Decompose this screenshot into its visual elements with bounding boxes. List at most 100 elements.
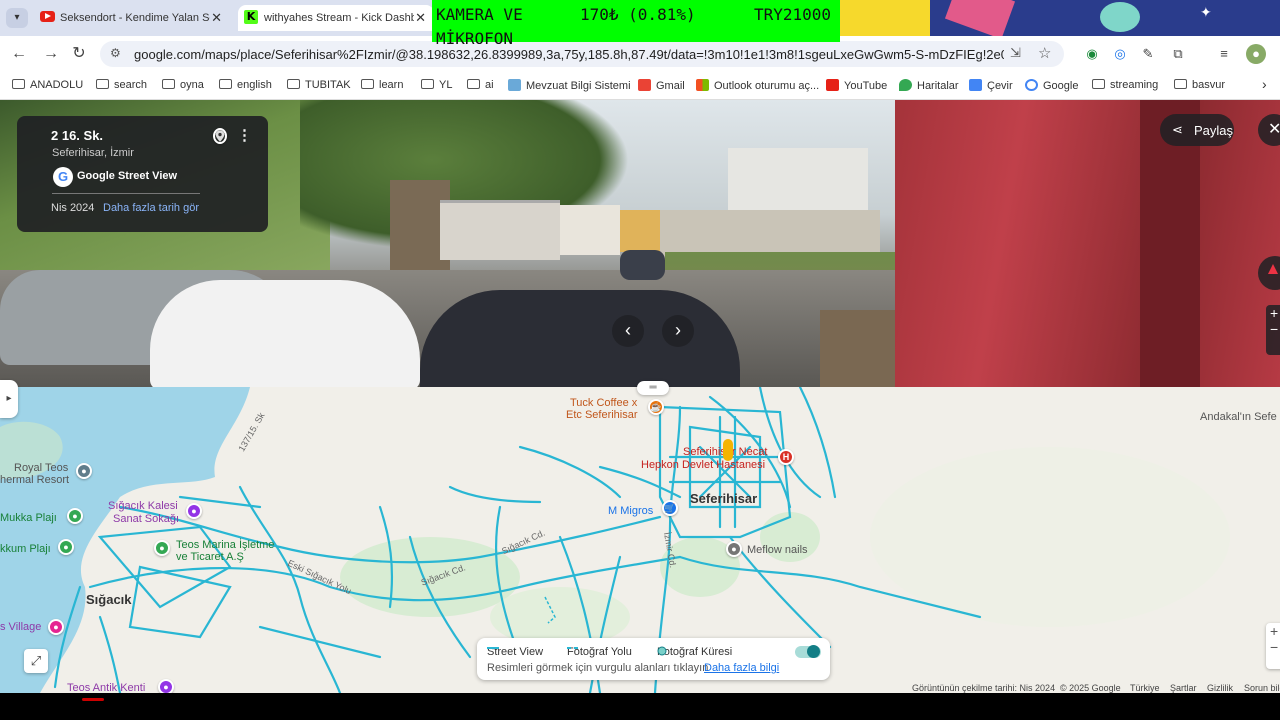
street-view-panorama[interactable]: 2 16. Sk. Seferihisar, İzmir ⋮ G Google … — [0, 100, 1280, 387]
folder-icon — [96, 79, 109, 89]
kick-icon: K — [244, 10, 258, 24]
install-icon[interactable]: ⇲ — [1010, 45, 1021, 61]
youtube-icon — [826, 79, 839, 91]
pegman-icon[interactable] — [723, 439, 733, 461]
avatar[interactable]: ● — [1246, 44, 1266, 64]
country-link[interactable]: Türkiye — [1130, 683, 1160, 693]
landmark-pin-icon[interactable]: ● — [186, 503, 202, 519]
hospital-pin-icon[interactable]: H — [778, 449, 794, 465]
map-label-poi[interactable]: Royal Teos — [14, 462, 68, 474]
previous-arrow-icon[interactable]: ‹ — [612, 315, 644, 347]
bookmark-learn[interactable]: learn — [361, 79, 403, 95]
bookmark-anadolu[interactable]: ANADOLU — [12, 79, 83, 95]
close-icon[interactable]: ✕ — [211, 10, 222, 26]
map-label-poi[interactable]: Tuck Coffee x — [570, 397, 637, 409]
street-view-zoom-control[interactable]: + − — [1266, 305, 1280, 355]
bookmark-tubitak[interactable]: TUBITAK — [287, 79, 351, 95]
map-label-place[interactable]: Andakal'ın Sefe — [1200, 411, 1277, 423]
donation-goal: TRY21000 — [754, 5, 832, 24]
collapse-panel-button[interactable]: ▸ — [0, 380, 18, 418]
google-icon — [1025, 79, 1038, 91]
back-icon[interactable]: ← — [8, 43, 30, 65]
youtube-icon — [40, 11, 55, 22]
street-view-line-icon — [487, 647, 499, 649]
beach-pin-icon[interactable]: ● — [67, 508, 83, 524]
close-icon[interactable]: ✕ — [415, 10, 426, 26]
map-label-poi[interactable]: s Village — [0, 621, 41, 633]
map-label-poi[interactable]: Teos Marina İşletme — [176, 539, 274, 551]
see-more-dates-link[interactable]: Daha fazla tarih gör — [103, 202, 199, 214]
map-label-poi[interactable]: Hepkon Devlet Hastanesi — [641, 459, 765, 471]
map-label-town[interactable]: Sığacık — [86, 592, 132, 607]
media-icon[interactable]: ≡ — [1214, 44, 1234, 64]
more-bookmarks-icon[interactable]: › — [1262, 76, 1267, 92]
map-zoom-control[interactable]: + − — [1266, 623, 1280, 669]
map-label-poi[interactable]: kkum Plajı — [0, 543, 51, 555]
tab-search-button[interactable]: ▾ — [6, 8, 28, 28]
extension-icon[interactable]: ◉ — [1082, 44, 1102, 64]
shopping-pin-icon[interactable]: ● — [48, 619, 64, 635]
lens-icon[interactable]: ◎ — [1110, 44, 1130, 64]
reload-icon[interactable]: ↻ — [68, 43, 90, 65]
coverage-toggle[interactable] — [795, 645, 821, 658]
bookmark-haritalar[interactable]: Haritalar — [899, 79, 959, 95]
coverage-legend: Street View Fotoğraf Yolu Fotoğraf Küres… — [477, 638, 830, 680]
bookmark-streaming[interactable]: streaming — [1092, 79, 1158, 95]
map-label-poi[interactable]: M Migros — [608, 505, 653, 517]
bookmark-google[interactable]: Google — [1025, 79, 1078, 95]
tab-youtube[interactable]: Seksendort - Kendime Yalan Söyledim ✕ — [34, 5, 230, 31]
marina-pin-icon[interactable]: ● — [154, 540, 170, 556]
address-bar[interactable]: ⚙ google.com/maps/place/Seferihisar%2FIz… — [100, 41, 1064, 67]
terms-link[interactable]: Şartlar — [1170, 683, 1197, 693]
extension-icon[interactable]: ✎ — [1138, 44, 1158, 64]
next-arrow-icon[interactable]: › — [662, 315, 694, 347]
hotel-pin-icon[interactable]: ● — [76, 463, 92, 479]
feedback-link[interactable]: Sorun bildi — [1244, 683, 1280, 693]
privacy-link[interactable]: Gizlilik — [1207, 683, 1233, 693]
map-label-poi[interactable]: Sanat Sokağı — [113, 513, 179, 525]
bookmark-oyna[interactable]: oyna — [162, 79, 204, 95]
bookmark-youtube[interactable]: YouTube — [826, 79, 887, 95]
bookmark-english[interactable]: english — [219, 79, 272, 95]
bookmark-ai[interactable]: ai — [467, 79, 494, 95]
share-icon: ⋖ — [1172, 122, 1183, 137]
cafe-pin-icon[interactable]: ☕ — [648, 399, 664, 415]
beach-pin-icon[interactable]: ● — [58, 539, 74, 555]
url-text[interactable]: google.com/maps/place/Seferihisar%2FIzmi… — [134, 47, 1004, 62]
bookmark-gmail[interactable]: Gmail — [638, 79, 685, 95]
map-view[interactable]: Tuck Coffee x Etc Seferihisar ☕ Seferihi… — [0, 387, 1280, 693]
map-label-poi[interactable]: Etc Seferihisar — [566, 409, 638, 421]
bookmark-yl[interactable]: YL — [421, 79, 452, 95]
map-label-poi[interactable]: hermal Resort — [0, 474, 69, 486]
share-label: Paylaş — [1194, 123, 1234, 138]
shopping-pin-icon[interactable]: 🛒 — [662, 500, 678, 516]
map-label-poi[interactable]: Mukka Plajı — [0, 512, 57, 524]
capture-date: Nis 2024 — [51, 202, 95, 214]
bookmark-search[interactable]: search — [96, 79, 147, 95]
map-label-poi[interactable]: Sığacık Kalesi — [108, 500, 178, 512]
more-options-icon[interactable]: ⋮ — [237, 126, 252, 144]
site-info-icon[interactable]: ⚙ — [110, 46, 121, 60]
beauty-pin-icon[interactable]: ● — [726, 541, 742, 557]
bookmark-basvur[interactable]: basvur — [1174, 79, 1225, 95]
street-view-provider: Google Street View — [77, 170, 178, 182]
extensions-puzzle-icon[interactable]: ⧉ — [1168, 44, 1188, 64]
map-label-town[interactable]: Seferihisar — [690, 491, 757, 506]
mic-label: MİKROFON — [436, 29, 514, 48]
bookmark-star-icon[interactable]: ☆ — [1038, 44, 1051, 62]
bookmark-outlook[interactable]: Outlook oturumu aç... — [696, 79, 819, 95]
legend-photo-path: Fotoğraf Yolu — [567, 646, 632, 658]
mevzuat-icon — [508, 79, 521, 91]
forward-icon[interactable]: → — [40, 43, 62, 65]
bookmark-cevir[interactable]: Çevir — [969, 79, 1013, 95]
map-label-poi[interactable]: Meflow nails — [747, 544, 808, 556]
share-button[interactable]: ⋖ Paylaş — [1160, 114, 1234, 146]
tab-kick[interactable]: K withyahes Stream - Kick Dashboard ✕ — [238, 5, 434, 31]
learn-more-link[interactable]: Daha fazla bilgi — [704, 662, 779, 674]
translate-icon — [969, 79, 982, 91]
map-label-poi[interactable]: ve Ticaret A.Ş — [176, 551, 244, 563]
expand-map-button[interactable]: ⤢ — [24, 649, 48, 673]
resize-handle[interactable]: ═ — [637, 381, 669, 395]
bookmark-mevzuat[interactable]: Mevzuat Bilgi Sistemi — [508, 79, 631, 95]
location-pin-icon[interactable] — [213, 128, 227, 144]
